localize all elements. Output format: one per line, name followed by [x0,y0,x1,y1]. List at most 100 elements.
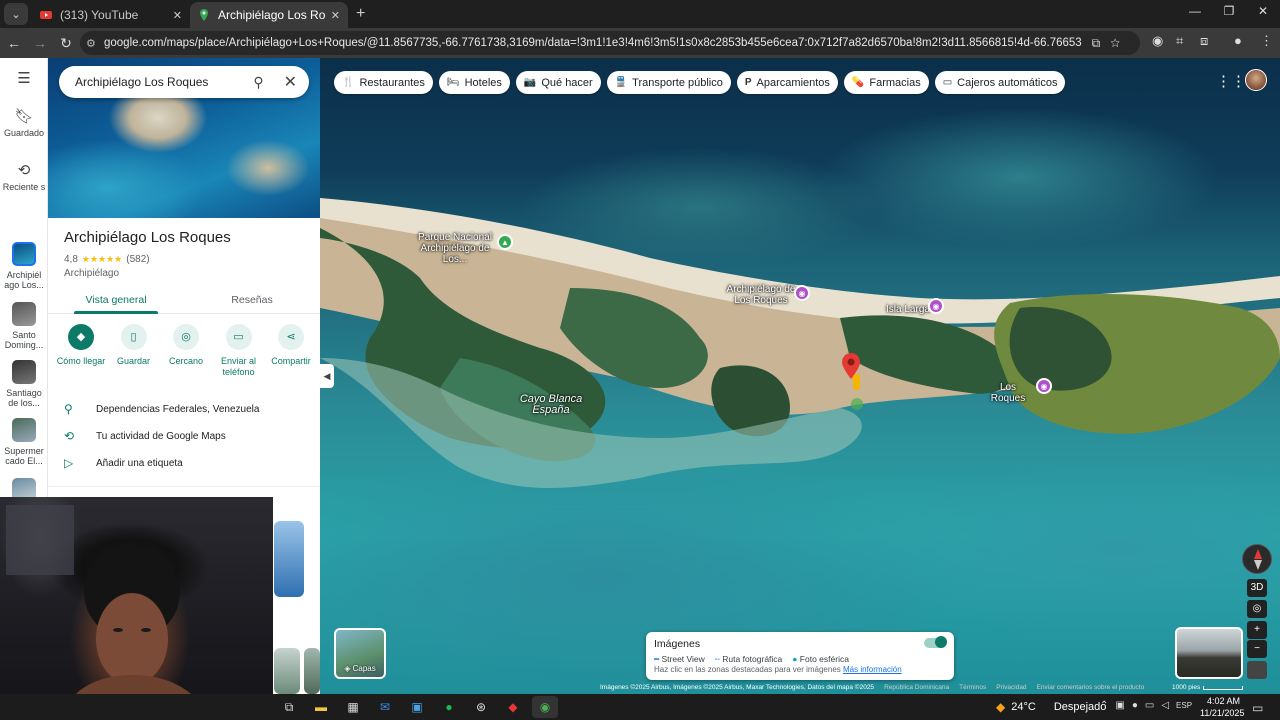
extensions-puzzle-icon[interactable]: ⧈ [1200,33,1208,49]
microphone-icon[interactable]: ● [1132,700,1138,711]
photo-thumbnail[interactable] [304,648,320,694]
photo-thumbnail[interactable] [274,648,300,694]
country-link[interactable]: República Dominicana [884,684,949,694]
forward-icon[interactable]: → [28,35,52,51]
tray-chevron-icon[interactable]: ⌃ [1100,700,1108,711]
photo-thumbnail[interactable] [274,521,304,597]
reviews-count[interactable]: (582) [126,254,149,265]
recent-button[interactable]: ⟲ Reciente s [0,163,48,192]
activity-row[interactable]: ⟲ Tu actividad de Google Maps [64,429,226,443]
add-label-row[interactable]: ▷ Añadir una etiqueta [64,456,183,470]
tray-app-icon[interactable]: ▣ [1115,700,1124,711]
tab-google-maps[interactable]: Archipiélago Los Roques - Goo ✕ [190,2,348,28]
network-icon[interactable]: ▭ [1145,700,1154,711]
map-label-archipelago[interactable]: Archipiélago de Los Roques [726,284,796,306]
back-icon[interactable]: ← [2,35,26,51]
close-tab-icon[interactable]: ✕ [331,9,340,22]
imagery-toggle[interactable] [924,636,947,648]
collapse-panel-chevron-icon[interactable]: ◀ [320,364,334,388]
outlook-icon[interactable]: ✉ [372,696,398,718]
pegman-icon[interactable] [853,374,860,390]
browser-menu-icon[interactable]: ⋮ [1260,33,1273,49]
address-row[interactable]: ⚲ Dependencias Federales, Venezuela [64,402,259,416]
tab-youtube[interactable]: (313) YouTube ✕ [32,2,190,28]
chip-hotels[interactable]: 🛏 Hoteles [438,71,510,94]
profile-avatar-icon[interactable]: ● [1234,33,1242,48]
search-box[interactable]: Archipiélago Los Roques ⚲ ✕ [59,66,309,98]
zoom-in-icon[interactable]: + [1247,621,1267,639]
url-text[interactable]: google.com/maps/place/Archipiélago+Los+R… [104,37,1082,49]
address-bar[interactable]: ⚙ google.com/maps/place/Archipiélago+Los… [80,31,1140,55]
layers-button[interactable]: ◈ Capas [334,628,386,679]
chip-restaurants[interactable]: 🍴 Restaurantes [334,71,433,94]
recent-item-santo-domingo[interactable]: Santo Doming... [0,302,48,350]
language-indicator[interactable]: ESP [1176,701,1192,710]
satellite-map[interactable]: Parque Nacional Archipiélago de Los... ▲… [320,58,1280,694]
notifications-icon[interactable]: ▭ [1252,701,1263,715]
save-button[interactable]: ▯ Guardar [109,324,159,378]
new-tab-icon[interactable]: + [356,5,365,23]
search-input[interactable]: Archipiélago Los Roques [75,75,253,89]
terms-link[interactable]: Términos [959,684,986,694]
tab-overview[interactable]: Vista general [48,288,184,314]
directions-button[interactable]: ◆ Cómo llegar [56,324,106,378]
close-window-icon[interactable]: ✕ [1246,4,1280,18]
minimize-icon[interactable]: — [1178,4,1212,18]
zoom-out-icon[interactable]: − [1247,640,1267,658]
extension-icon[interactable]: ◉ [1152,33,1163,49]
map-label-los-roques[interactable]: Los Roques [982,382,1034,404]
app-icon[interactable]: ▣ [404,696,430,718]
site-info-icon[interactable]: ⚙ [86,37,104,50]
feedback-link[interactable]: Enviar comentarios sobre el producto [1037,684,1145,694]
steam-icon[interactable]: ⊛ [468,696,494,718]
camera-poi-icon[interactable]: ◉ [1036,378,1052,394]
chip-transit[interactable]: 🚆 Transporte público [606,71,731,94]
nearby-button[interactable]: ◎ Cercano [161,324,211,378]
send-to-phone-button[interactable]: ▭ Enviar al teléfono [214,324,264,378]
chip-pharmacies[interactable]: 💊 Farmacias [843,71,929,94]
compass-icon[interactable] [1242,544,1272,574]
map-label-park[interactable]: Parque Nacional Archipiélago de Los... [410,232,500,265]
camera-poi-icon[interactable]: ◉ [794,285,810,301]
park-icon[interactable]: ▲ [497,234,513,250]
tab-search-chevron-icon[interactable]: ⌄ [4,3,28,25]
recent-item-supermercado[interactable]: Supermer cado El... [0,418,48,466]
street-view-thumbnail[interactable] [1175,627,1243,679]
search-icon[interactable]: ⚲ [253,74,263,91]
scale-bar[interactable]: 1000 pies [1172,684,1244,691]
more-info-link[interactable]: Más información [843,665,902,674]
weather-widget[interactable]: ◆ 24°C Despejado [996,700,1106,714]
game-app-icon[interactable]: ◆ [500,696,526,718]
system-clock[interactable]: 4:02 AM 11/21/2025 [1200,695,1244,719]
recent-item-los-roques[interactable]: Archipiél ago Los... [0,242,48,290]
map-label-cayo[interactable]: Cayo Blanca España [516,394,586,416]
volume-icon[interactable]: ◁ [1161,700,1169,711]
recent-item-santiago[interactable]: Santiago de los... [0,360,48,408]
task-view-icon[interactable]: ⧉ [276,696,302,718]
my-location-icon[interactable]: ◎ [1247,600,1267,618]
share-button[interactable]: ⋖ Compartir [266,324,316,378]
restore-icon[interactable]: ❐ [1212,4,1246,18]
photo-sphere-dot[interactable] [851,398,863,410]
close-tab-icon[interactable]: ✕ [173,9,182,22]
chrome-icon[interactable]: ◉ [532,696,558,718]
spotify-icon[interactable]: ● [436,696,462,718]
chip-atms[interactable]: ▭ Cajeros automáticos [934,71,1066,94]
tab-reviews[interactable]: Reseñas [184,288,320,313]
bookmark-star-icon[interactable]: ⧉☆ [1092,36,1130,51]
menu-hamburger-icon[interactable]: ☰ [0,71,48,90]
store-icon[interactable]: ▦ [340,696,366,718]
place-rating[interactable]: 4,8 ★★★★★ (582) [64,254,150,265]
map-label-isla-larga[interactable]: Isla Larga [886,304,930,315]
pegman-button[interactable] [1247,661,1267,679]
close-icon[interactable]: ✕ [284,72,297,92]
chip-parking[interactable]: P Aparcamientos [736,71,838,94]
account-avatar[interactable] [1245,69,1267,91]
chip-things-to-do[interactable]: 📷 Qué hacer [515,71,601,94]
privacy-link[interactable]: Privacidad [996,684,1026,694]
reload-icon[interactable]: ↻ [54,35,78,52]
camera-poi-icon[interactable]: ◉ [928,298,944,314]
3d-toggle[interactable]: 3D [1247,579,1267,597]
saved-button[interactable]: 🔖︎ Guardado [0,109,48,138]
file-explorer-icon[interactable]: ▬ [308,696,334,718]
